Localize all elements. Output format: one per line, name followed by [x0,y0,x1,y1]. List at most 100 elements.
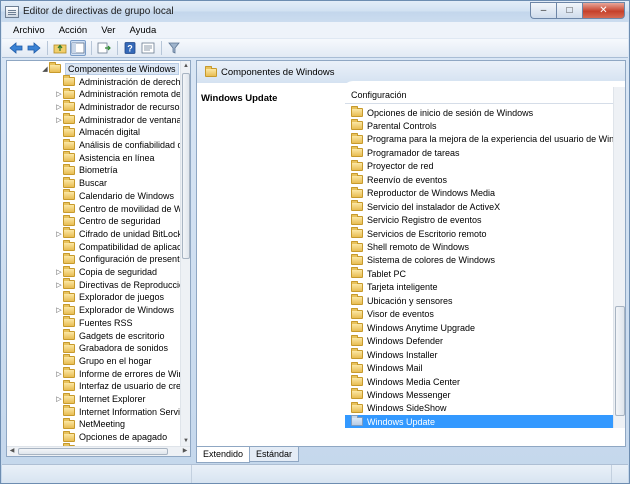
scroll-thumb[interactable] [182,73,190,259]
tree-item[interactable]: Biometría [55,163,118,177]
menu-accion[interactable]: Acción [52,25,95,36]
tree-item[interactable]: Gadgets de escritorio [55,329,165,342]
tree-item[interactable]: Almacén digital [55,125,140,139]
tree-item[interactable]: ▷ Administración remota de [55,87,181,101]
filter-icon[interactable] [166,40,182,56]
tab-extendido[interactable]: Extendido [196,447,251,463]
list-item[interactable]: Reproductor de Windows Media [345,186,613,200]
list-item[interactable]: Windows Mail [345,361,613,375]
list-item-label: Opciones de inicio de sesión de Windows [367,107,534,118]
expand-arrow-icon[interactable]: ▷ [55,278,63,291]
tree-item[interactable]: Internet Information Servic [55,405,181,418]
tree-item[interactable]: ▷ Explorador de Windows [55,303,174,317]
tree-item[interactable]: Grabadora de sonidos [55,341,168,355]
scroll-thumb[interactable] [18,448,168,455]
tree-item-componentes-de-windows[interactable]: ◢ Componentes de Windows [41,62,179,75]
help-icon[interactable]: ? [122,40,138,56]
minimize-button[interactable]: – [530,2,556,19]
list-item[interactable]: Programador de tareas [345,146,613,159]
tree-item[interactable]: Análisis de confiabilidad de [55,138,181,152]
scroll-right-icon[interactable]: ▶ [180,446,190,456]
tree-item[interactable]: Asistencia en línea [55,151,155,164]
title-bar[interactable]: Editor de directivas de grupo local – □ … [1,1,629,22]
list-item[interactable]: Servicio del instalador de ActiveX [345,200,613,213]
tree-item[interactable]: Interfaz de usuario de crede [55,379,181,393]
tree-item-label: Administrador de recursos [79,101,181,112]
tree-item-label: Administración de derechos [79,76,181,87]
list-item[interactable]: Windows Media Center [345,375,613,388]
list-item[interactable]: Windows Installer [345,348,613,361]
list-item[interactable]: Windows Update [345,415,613,428]
properties-icon[interactable] [140,40,156,56]
list-item[interactable]: Visor de eventos [345,307,613,321]
scroll-up-icon[interactable]: ▲ [181,61,190,72]
tree-item[interactable]: NetMeeting [55,417,125,431]
expand-arrow-icon[interactable]: ▷ [55,113,63,126]
tree-item[interactable]: Buscar [55,176,107,190]
list-item[interactable]: Opciones de inicio de sesión de Windows [345,106,613,119]
list-item[interactable]: Windows SideShow [345,401,613,415]
close-button[interactable]: ✕ [582,2,625,19]
tree-item[interactable]: ▷ Administrador de ventanas [55,113,181,126]
column-header-configuracion[interactable]: Configuración [345,87,613,104]
expand-arrow-icon[interactable]: ▷ [55,367,63,380]
list-item[interactable]: Servicio Registro de eventos [345,213,613,227]
list-item[interactable]: Programa para la mejora de la experienci… [345,132,613,146]
list-item[interactable]: Shell remoto de Windows [345,240,613,254]
list-vertical-scrollbar[interactable] [613,87,625,428]
list-item[interactable]: Windows Anytime Upgrade [345,321,613,334]
list-item[interactable]: Servicios de Escritorio remoto [345,227,613,240]
tree-item[interactable]: ▷ Copia de seguridad [55,265,157,279]
tree-vertical-scrollbar[interactable]: ▲ ▼ [180,61,190,447]
maximize-button[interactable]: □ [556,2,582,19]
tree-item[interactable]: Compatibilidad de aplicaci [55,240,181,253]
list-item[interactable]: Reenvío de eventos [345,173,613,186]
up-folder-icon[interactable] [52,40,68,56]
scroll-thumb[interactable] [615,306,625,416]
list-item[interactable]: Proyector de red [345,159,613,173]
menu-ver[interactable]: Ver [94,25,122,36]
tree-item[interactable]: Fuentes RSS [55,316,133,329]
settings-list: Configuración Opciones de inicio de sesi… [345,87,613,428]
list-item[interactable]: Windows Defender [345,334,613,348]
tree-pane[interactable]: ◢ Componentes de Windows Administración … [6,60,191,457]
list-item[interactable]: Tarjeta inteligente [345,280,613,294]
expand-arrow-icon[interactable]: ▷ [55,88,63,101]
expand-arrow-icon[interactable]: ▷ [55,100,63,113]
expand-arrow-icon[interactable]: ▷ [55,266,63,279]
tree-item[interactable]: ▷ Administrador de recursos [55,100,181,113]
tree-item-label: Análisis de confiabilidad de [79,140,181,150]
list-item[interactable]: Tablet PC [345,267,613,280]
tree-item[interactable]: Grupo en el hogar [55,354,152,367]
list-item[interactable]: Parental Controls [345,119,613,132]
expand-arrow-icon[interactable]: ▷ [55,227,63,240]
menu-ayuda[interactable]: Ayuda [122,25,163,36]
tab-estandar[interactable]: Estándar [249,447,300,462]
tree-item[interactable]: Centro de movilidad de Wi [55,202,181,215]
list-item[interactable]: Sistema de colores de Windows [345,253,613,267]
tree-item[interactable]: ▷ Informe de errores de Wind [55,367,181,380]
tree-item[interactable]: Explorador de juegos [55,290,164,304]
tree-item[interactable]: Calendario de Windows [55,189,174,202]
tree-item[interactable]: ▷ Internet Explorer [55,392,146,406]
collapse-arrow-icon[interactable]: ◢ [41,62,49,75]
scroll-left-icon[interactable]: ◀ [7,446,17,456]
export-list-icon[interactable] [96,40,112,56]
tree-horizontal-scrollbar[interactable]: ◀ ▶ [7,446,190,456]
tree-item[interactable]: Opciones de apagado [55,430,167,444]
tree-item-label: Asistencia en línea [79,152,155,163]
list-item[interactable]: Windows Messenger [345,388,613,401]
tree-item[interactable]: Configuración de presenta [55,252,181,266]
show-tree-icon[interactable] [70,40,86,56]
expand-arrow-icon[interactable]: ▷ [55,393,63,406]
forward-arrow-icon[interactable] [26,40,42,56]
tree-item[interactable]: Centro de seguridad [55,214,161,228]
tree-item[interactable]: Administración de derechos [55,75,181,88]
menu-archivo[interactable]: Archivo [6,25,52,36]
expand-arrow-icon[interactable]: ▷ [55,304,63,317]
list-item[interactable]: Ubicación y sensores [345,294,613,307]
back-arrow-icon[interactable] [8,40,24,56]
tree-item[interactable]: ▷ Cifrado de unidad BitLocke [55,227,181,240]
tree-item[interactable]: ▷ Directivas de Reproducción [55,278,181,291]
